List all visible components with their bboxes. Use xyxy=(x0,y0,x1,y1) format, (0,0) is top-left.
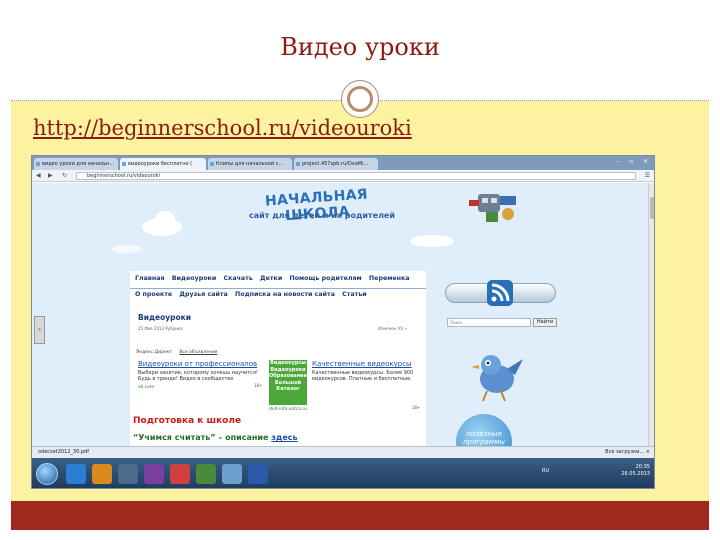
cloud xyxy=(112,245,142,253)
word-icon[interactable] xyxy=(248,464,268,484)
slide-link[interactable]: http://beginnerschool.ru/videouroki xyxy=(33,116,412,140)
menu-item-kids[interactable]: Детки xyxy=(260,275,282,282)
ad-banner-line: Видеокурсы xyxy=(270,360,306,366)
show-all-downloads-link[interactable]: Все загрузки... xyxy=(605,449,644,455)
slide-title: Видео уроки xyxy=(280,33,440,61)
ad-banner-line: Каталог xyxy=(276,386,300,392)
tab-bar: видео уроки для начальн... видеоуроки бе… xyxy=(32,156,654,170)
ad-banner-site[interactable]: dvd-info.sotca.ru xyxy=(269,407,307,412)
ad2-title[interactable]: Качественные видеокурсы xyxy=(312,360,412,368)
ad1-title[interactable]: Видеоуроки от профессионалов xyxy=(138,360,257,368)
section-date: 25 Фев 2012 Рубрика xyxy=(138,326,183,331)
ad1-text: Выбери занятие, которому хочешь научится… xyxy=(138,370,258,382)
web-page: НАЧАЛЬНАЯ ШКОЛА сайт для детей и их роди… xyxy=(32,183,648,470)
download-item[interactable]: odecset2012_30.pdf xyxy=(38,449,89,455)
system-clock[interactable]: 20:35 26.05.2013 xyxy=(621,464,650,478)
forward-icon[interactable]: ▶ xyxy=(48,172,53,179)
browser-tab[interactable]: project.457spb.ru/DvaMi... xyxy=(294,158,378,170)
chrome-icon[interactable] xyxy=(222,464,242,484)
language-indicator[interactable]: RU xyxy=(542,468,549,474)
ad2-age: 18+ xyxy=(412,405,421,410)
robot-logo-icon xyxy=(469,194,516,222)
download-bar-right: Все загрузки... × xyxy=(605,449,650,455)
yandex-direct-link[interactable]: Яндекс.Директ xyxy=(136,350,172,355)
ad2-text: Качественные видеокурсы. Более 900 видео… xyxy=(312,370,414,382)
site-title: НАЧАЛЬНАЯ ШКОЛА xyxy=(264,186,369,225)
menu-item-about[interactable]: О проекте xyxy=(135,291,172,298)
ad-banner[interactable]: Видеокурсы Видеоуроки Образование Большо… xyxy=(269,360,307,405)
programs-label: полезные программы xyxy=(463,430,505,446)
section-title: Видеоуроки xyxy=(138,313,192,322)
scrollbar[interactable] xyxy=(648,183,654,446)
search-button[interactable]: Найти xyxy=(533,318,557,327)
app-icon[interactable] xyxy=(196,464,216,484)
window-controls[interactable]: – ▫ × xyxy=(616,158,652,165)
prep-title: Подготовка к школе xyxy=(133,416,242,426)
prep-link[interactable]: здесь xyxy=(271,433,297,442)
cloud xyxy=(155,211,175,227)
menu-item-videolessons[interactable]: Видеоуроки xyxy=(172,275,217,282)
app-icon[interactable] xyxy=(144,464,164,484)
browser-tab[interactable]: видео уроки для начальн... xyxy=(34,158,118,170)
nav-bar: ◀ ▶ ↻ beginnerschool.ru/videouroki ☰ xyxy=(32,170,654,182)
download-bar: odecset2012_30.pdf Все загрузки... × xyxy=(32,446,654,458)
explorer-icon[interactable] xyxy=(92,464,112,484)
reload-icon[interactable]: ↻ xyxy=(62,172,67,179)
menu-item-parents[interactable]: Помощь родителям xyxy=(289,275,361,282)
rss-icon[interactable] xyxy=(487,280,513,306)
browser-tab[interactable]: Клипы для начальной с... xyxy=(208,158,292,170)
menu-item-articles[interactable]: Статьи xyxy=(342,291,367,298)
site-subtitle: сайт для детей и их родителей xyxy=(249,211,395,220)
browser-screenshot: видео уроки для начальн... видеоуроки бе… xyxy=(31,155,655,489)
ad1-site[interactable]: vk.com xyxy=(138,385,154,390)
menu-item-home[interactable]: Главная xyxy=(135,275,165,282)
secondary-menu: О проекте Друзья сайта Подписка на новос… xyxy=(135,291,372,298)
menu-item-subscribe[interactable]: Подписка на новости сайта xyxy=(235,291,335,298)
ad-banner-line: Образование xyxy=(269,373,307,379)
close-icon[interactable]: × xyxy=(646,449,650,455)
prep-subtitle: “Учимся считать” – описание здесь xyxy=(133,433,298,442)
app-icon[interactable] xyxy=(170,464,190,484)
browser-tab-active[interactable]: видеоуроки бесплатно ( xyxy=(120,158,206,170)
clock-time: 20:35 xyxy=(635,464,650,470)
menu-item-break[interactable]: Переменка xyxy=(369,275,410,282)
menu-item-download[interactable]: Скачать xyxy=(223,275,252,282)
circle-ornament-icon xyxy=(341,80,379,118)
address-bar[interactable]: beginnerschool.ru/videouroki xyxy=(76,172,636,180)
back-icon[interactable]: ◀ xyxy=(36,172,41,179)
section-meta[interactable]: Изменен (0) » xyxy=(378,326,407,331)
ie-icon[interactable] xyxy=(66,464,86,484)
prep-dash: – описание xyxy=(215,433,272,442)
menu-divider xyxy=(130,288,426,289)
cloud xyxy=(410,235,454,247)
prep-quote: “Учимся считать” xyxy=(133,433,216,442)
ads-header: Яндекс.Директ Все объявления xyxy=(136,350,217,355)
search-input[interactable]: Поиск xyxy=(447,318,531,327)
main-menu: Главная Видеоуроки Скачать Детки Помощь … xyxy=(135,275,415,282)
taskbar: RU 20:35 26.05.2013 xyxy=(32,458,654,488)
side-tab[interactable]: » xyxy=(34,316,45,344)
media-player-icon[interactable] xyxy=(118,464,138,484)
scrollbar-thumb[interactable] xyxy=(650,197,654,219)
bird-mascot-icon xyxy=(471,355,523,402)
menu-icon[interactable]: ☰ xyxy=(645,172,650,179)
ad1-age: 18+ xyxy=(254,383,263,388)
start-button[interactable] xyxy=(36,463,58,485)
footer-bar xyxy=(11,501,709,530)
all-ads-link[interactable]: Все объявления xyxy=(179,350,217,355)
clock-date: 26.05.2013 xyxy=(621,471,650,477)
menu-item-friends[interactable]: Друзья сайта xyxy=(179,291,227,298)
